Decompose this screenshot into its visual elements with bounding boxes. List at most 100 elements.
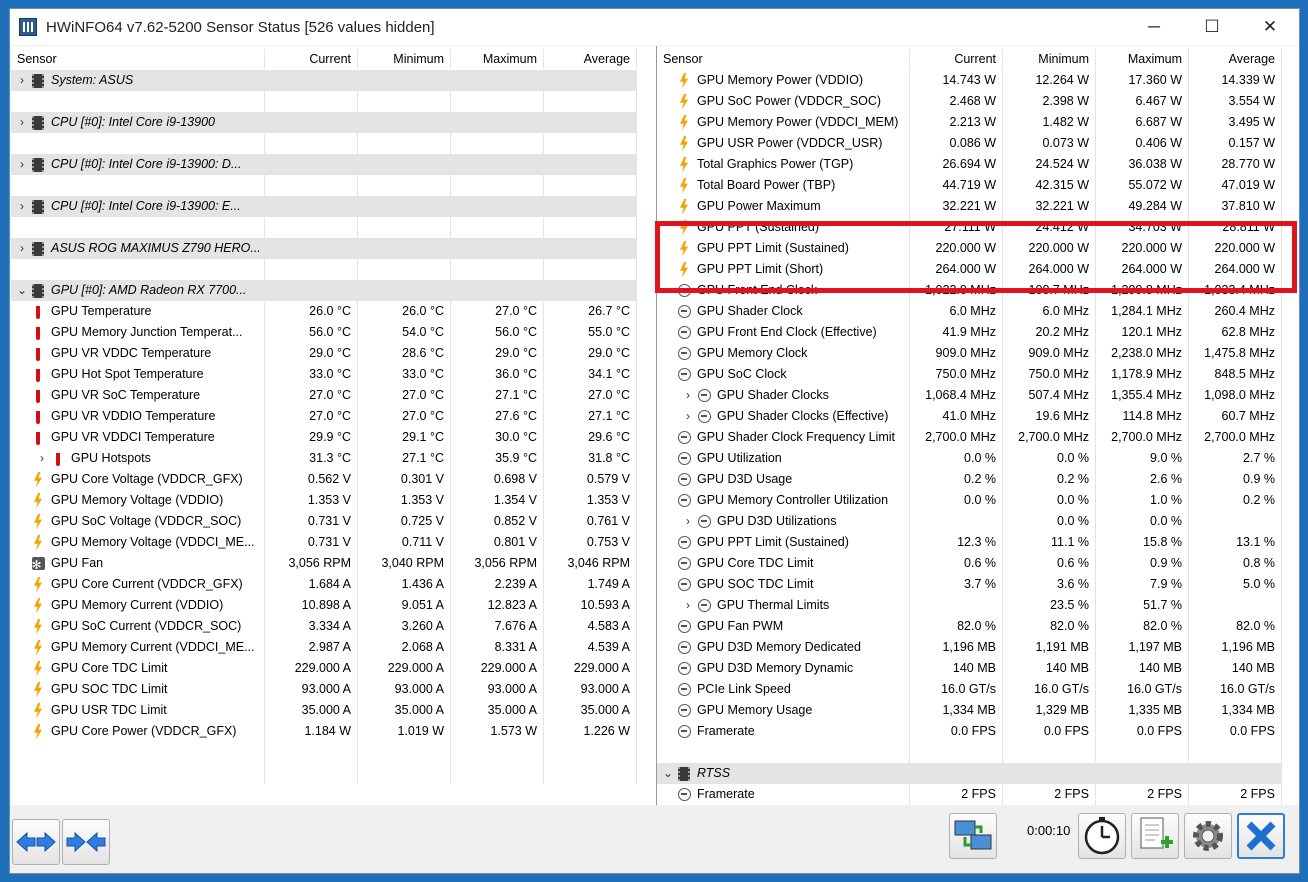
sensor-row[interactable]: GPU Core Voltage (VDDCR_GFX) 0.562 V 0.301… — [11, 469, 637, 490]
sensor-row[interactable]: GPU USR Power (VDDCR_USR) 0.086 W 0.073 W0… — [657, 133, 1299, 154]
sensor-group-row[interactable]: › CPU [#0]: Intel Core i9-13900 — [11, 112, 637, 133]
sensor-row[interactable]: Framerate 0.0 FPS 0.0 FPS 0.0 FPS 0.0 FPS — [657, 721, 1299, 742]
settings-button[interactable] — [1184, 813, 1232, 859]
col-current[interactable]: Current — [265, 49, 358, 69]
sensor-row[interactable]: GPU Memory Voltage (VDDCI_ME... 0.731 V 0.… — [11, 532, 637, 553]
sensor-row[interactable]: GPU Memory Current (VDDCI_ME... 2.987 A 2.… — [11, 637, 637, 658]
network-button[interactable] — [949, 813, 997, 859]
expand-arrows-button[interactable] — [12, 819, 60, 865]
pane-splitter[interactable] — [637, 46, 656, 805]
sensor-row[interactable]: GPU Core Power (VDDCR_GFX) 1.184 W 1.019 W… — [11, 721, 637, 742]
sensor-row[interactable]: › GPU Shader Clocks (Effective) 41.0 MHz 19… — [657, 406, 1299, 427]
sensor-row[interactable]: GPU Memory Power (VDDCI_MEM) 2.213 W 1.482… — [657, 112, 1299, 133]
col-minimum[interactable]: Minimum — [358, 49, 451, 69]
sensor-row[interactable]: › GPU Thermal Limits 23.5 % 51.7 % — [657, 595, 1299, 616]
sensor-row[interactable]: GPU SoC Voltage (VDDCR_SOC) 0.731 V 0.725 … — [11, 511, 637, 532]
clock-icon — [677, 451, 691, 466]
sensor-row[interactable]: GPU Power Maximum 32.221 W 32.221 W 49.284 … — [657, 196, 1299, 217]
col-minimum[interactable]: Minimum — [1003, 49, 1096, 69]
sensor-row[interactable]: Total Board Power (TBP) 44.719 W 42.315 W5… — [657, 175, 1299, 196]
col-sensor[interactable]: Sensor — [657, 49, 910, 69]
chevron-down-icon[interactable]: ⌄ — [661, 763, 675, 784]
sensor-row[interactable]: GPU D3D Usage 0.2 % 0.2 % 2.6 % 0.9 % — [657, 469, 1299, 490]
close-button[interactable]: ✕ — [1241, 9, 1299, 45]
chevron-right-icon[interactable]: › — [15, 112, 29, 133]
sensor-row[interactable]: PCIe Link Speed 16.0 GT/s 16.0 GT/s 16.0 GT… — [657, 679, 1299, 700]
value-max: 29.0 °C — [451, 343, 544, 364]
sensor-row[interactable]: GPU USR TDC Limit 35.000 A 35.000 A 35.000 … — [11, 700, 637, 721]
sensor-row[interactable]: GPU D3D Memory Dedicated 1,196 MB 1,191 MB… — [657, 637, 1299, 658]
title-bar[interactable]: HWiNFO64 v7.62-5200 Sensor Status [526 v… — [10, 9, 1299, 45]
value-cur: 0.2 % — [910, 469, 1003, 490]
sensor-row[interactable]: GPU Shader Clock 6.0 MHz 6.0 MHz 1,284.1 MH… — [657, 301, 1299, 322]
chevron-down-icon[interactable]: ⌄ — [15, 280, 29, 301]
sensor-row[interactable]: GPU SoC Current (VDDCR_SOC) 3.334 A 3.260 … — [11, 616, 637, 637]
sensor-group-row[interactable]: ⌄ GPU [#0]: AMD Radeon RX 7700... — [11, 280, 637, 301]
sensor-row[interactable]: GPU PPT (Sustained) 27.111 W 24.412 W 34.70… — [657, 217, 1299, 238]
col-maximum[interactable]: Maximum — [451, 49, 544, 69]
sensor-row[interactable]: GPU Temperature 26.0 °C 26.0 °C 27.0 °C 26.7… — [11, 301, 637, 322]
sensor-row[interactable]: › GPU Shader Clocks 1,068.4 MHz 507.4 MHz 1,… — [657, 385, 1299, 406]
chevron-right-icon[interactable]: › — [15, 70, 29, 91]
col-maximum[interactable]: Maximum — [1096, 49, 1189, 69]
sensor-group-row[interactable]: › ASUS ROG MAXIMUS Z790 HERO... — [11, 238, 637, 259]
sensor-row[interactable]: GPU SOC TDC Limit 3.7 % 3.6 % 7.9 % 5.0 % — [657, 574, 1299, 595]
sensor-group-row[interactable]: › CPU [#0]: Intel Core i9-13900: E... — [11, 196, 637, 217]
col-current[interactable]: Current — [910, 49, 1003, 69]
sensor-row[interactable]: GPU Fan3,056 RPM3,040 RPM3,056 RPM3,046 … — [11, 553, 637, 574]
sensor-row[interactable]: GPU PPT Limit (Sustained) 12.3 % 11.1 % 15.… — [657, 532, 1299, 553]
minimize-button[interactable]: ─ — [1125, 9, 1183, 45]
sensor-row[interactable]: GPU PPT Limit (Sustained) 220.000 W 220.00… — [657, 238, 1299, 259]
sensor-row[interactable]: GPU Memory Current (VDDIO) 10.898 A 9.051 … — [11, 595, 637, 616]
sensor-row[interactable]: GPU Front End Clock 1,022.0 MHz 100.7 MHz 1… — [657, 280, 1299, 301]
sensor-row[interactable]: GPU SOC TDC Limit 93.000 A 93.000 A 93.000 … — [11, 679, 637, 700]
chevron-right-icon[interactable]: › — [681, 406, 695, 427]
chevron-right-icon[interactable]: › — [681, 511, 695, 532]
sensor-row[interactable]: GPU Memory Junction Temperat... 56.0 °C 54… — [11, 322, 637, 343]
sensor-row[interactable]: GPU Core TDC Limit 0.6 % 0.6 % 0.9 % 0.8 % — [657, 553, 1299, 574]
left-sensor-pane[interactable]: Sensor Current Minimum Maximum Average ›… — [11, 46, 637, 805]
sensor-row[interactable]: GPU SoC Power (VDDCR_SOC) 2.468 W 2.398 W6… — [657, 91, 1299, 112]
sensor-row[interactable]: Total Graphics Power (TGP) 26.694 W 24.524… — [657, 154, 1299, 175]
col-average[interactable]: Average — [1189, 49, 1282, 69]
sensor-row[interactable]: GPU Shader Clock Frequency Limit 2,700.0 … — [657, 427, 1299, 448]
sensor-row[interactable]: GPU PPT Limit (Short) 264.000 W 264.000 W2… — [657, 259, 1299, 280]
sensor-group-row[interactable]: › System: ASUS — [11, 70, 637, 91]
col-sensor[interactable]: Sensor — [11, 49, 265, 69]
sensor-row[interactable]: GPU VR VDDCI Temperature 29.9 °C 29.1 °C 30… — [11, 427, 637, 448]
chevron-right-icon[interactable]: › — [15, 196, 29, 217]
chevron-right-icon[interactable]: › — [681, 385, 695, 406]
sensor-row[interactable]: GPU SoC Clock 750.0 MHz 750.0 MHz 1,178.9 M… — [657, 364, 1299, 385]
maximize-button[interactable]: ☐ — [1183, 9, 1241, 45]
chevron-right-icon[interactable]: › — [15, 238, 29, 259]
col-average[interactable]: Average — [544, 49, 637, 69]
sensor-row[interactable]: GPU Fan PWM 82.0 % 82.0 % 82.0 % 82.0 % — [657, 616, 1299, 637]
sensor-row[interactable]: GPU Memory Power (VDDIO) 14.743 W 12.264 W… — [657, 70, 1299, 91]
sensor-row[interactable]: GPU Hot Spot Temperature 33.0 °C 33.0 °C 36… — [11, 364, 637, 385]
sensor-row[interactable]: › GPU Hotspots 31.3 °C 27.1 °C 35.9 °C 31.8 °… — [11, 448, 637, 469]
sensor-row[interactable]: GPU Core Current (VDDCR_GFX) 1.684 A 1.436… — [11, 574, 637, 595]
right-sensor-pane[interactable]: Sensor Current Minimum Maximum Average G… — [656, 46, 1299, 805]
chevron-right-icon[interactable]: › — [35, 448, 49, 469]
chevron-right-icon[interactable]: › — [15, 154, 29, 175]
sensor-row[interactable]: › GPU D3D Utilizations 0.0 % 0.0 % — [657, 511, 1299, 532]
sensor-row[interactable]: GPU Memory Clock 909.0 MHz 909.0 MHz 2,238.… — [657, 343, 1299, 364]
sensor-row[interactable]: GPU VR VDDC Temperature 29.0 °C 28.6 °C 29.… — [11, 343, 637, 364]
sensor-row[interactable]: GPU Memory Controller Utilization 0.0 % 0.… — [657, 490, 1299, 511]
log-file-button[interactable] — [1131, 813, 1179, 859]
sensor-row[interactable]: GPU VR SoC Temperature 27.0 °C 27.0 °C 27.1… — [11, 385, 637, 406]
sensor-group-row[interactable]: › CPU [#0]: Intel Core i9-13900: D... — [11, 154, 637, 175]
sensor-row[interactable]: GPU D3D Memory Dynamic 140 MB 140 MB 140 MB… — [657, 658, 1299, 679]
sensor-row[interactable]: GPU Front End Clock (Effective) 41.9 MHz 2… — [657, 322, 1299, 343]
sensor-row[interactable]: GPU Core TDC Limit 229.000 A 229.000 A 229.… — [11, 658, 637, 679]
sensor-row[interactable]: GPU Utilization 0.0 % 0.0 % 9.0 % 2.7 % — [657, 448, 1299, 469]
sensor-row[interactable]: GPU Memory Usage 1,334 MB 1,329 MB 1,335 MB… — [657, 700, 1299, 721]
sensor-row[interactable]: GPU VR VDDIO Temperature 27.0 °C 27.0 °C 27… — [11, 406, 637, 427]
chevron-right-icon[interactable]: › — [681, 595, 695, 616]
reset-timer-button[interactable] — [1078, 813, 1126, 859]
sensor-group-row[interactable]: ⌄ RTSS — [657, 763, 1299, 784]
sensor-row[interactable]: Framerate 2 FPS 2 FPS 2 FPS 2 FPS — [657, 784, 1299, 805]
close-sensors-button[interactable] — [1237, 813, 1285, 859]
sensor-row[interactable]: GPU Memory Voltage (VDDIO) 1.353 V 1.353 V… — [11, 490, 637, 511]
collapse-arrows-button[interactable] — [62, 819, 110, 865]
